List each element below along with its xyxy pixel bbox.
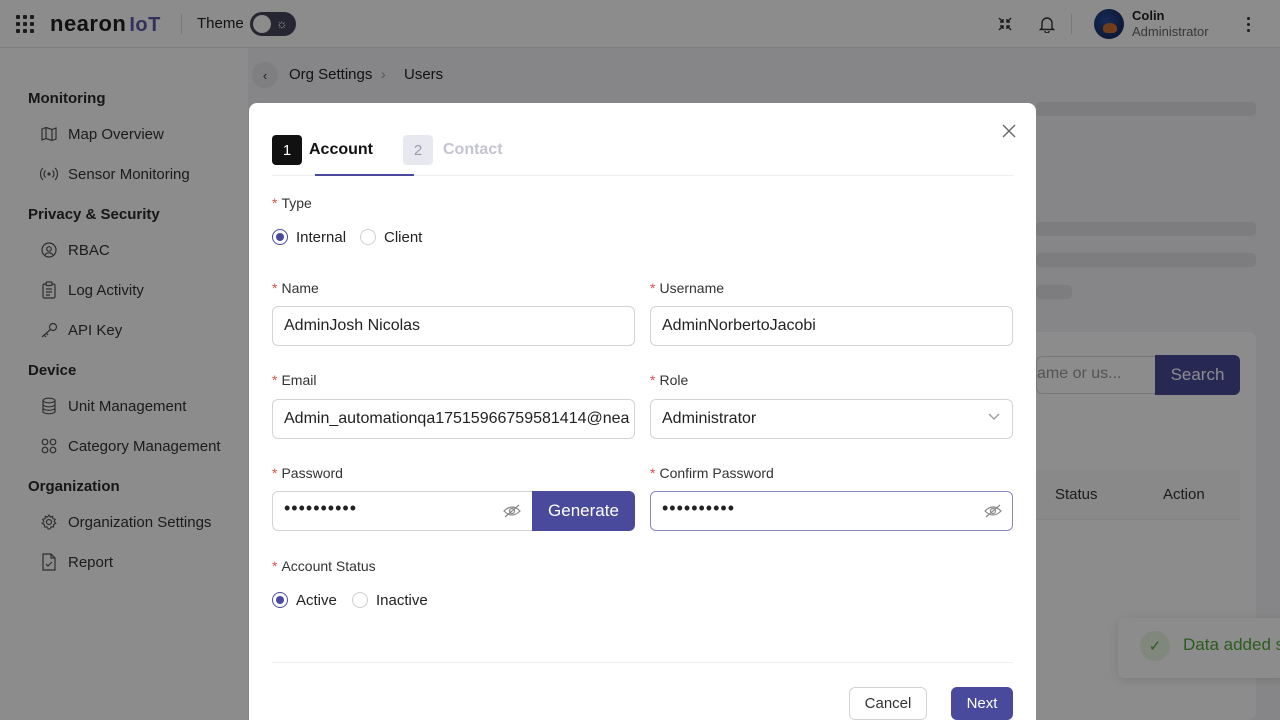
password-field[interactable]: ••••••••••	[272, 491, 534, 531]
email-label: * Email	[272, 372, 317, 388]
close-icon[interactable]	[998, 120, 1020, 142]
radio-active[interactable]	[272, 592, 288, 608]
role-label: * Role	[650, 372, 689, 388]
username-field[interactable]: AdminNorbertoJacobi	[650, 306, 1013, 346]
eye-slash-icon[interactable]	[502, 501, 522, 521]
footer-divider	[272, 662, 1013, 663]
next-button[interactable]: Next	[951, 687, 1013, 720]
generate-button[interactable]: Generate	[532, 491, 635, 531]
step-1-number[interactable]: 1	[272, 135, 302, 165]
password-label: * Password	[272, 465, 343, 481]
confirm-password-field[interactable]: ••••••••••	[650, 491, 1013, 531]
role-select[interactable]: Administrator	[650, 399, 1013, 439]
radio-active-label[interactable]: Active	[296, 592, 337, 609]
account-status-label: * Account Status	[272, 558, 376, 574]
step-1-label[interactable]: Account	[309, 141, 373, 159]
radio-inactive-label[interactable]: Inactive	[376, 592, 428, 609]
name-label: * Name	[272, 280, 319, 296]
username-label: * Username	[650, 280, 725, 296]
radio-inactive[interactable]	[352, 592, 368, 608]
step-2-label[interactable]: Contact	[443, 141, 503, 159]
chevron-down-icon	[988, 410, 1000, 424]
active-step-indicator	[315, 174, 414, 176]
eye-slash-icon[interactable]	[983, 501, 1003, 521]
email-field[interactable]: Admin_automationqa17515966759581414@nea	[272, 399, 635, 439]
radio-internal[interactable]	[272, 229, 288, 245]
cancel-button[interactable]: Cancel	[849, 687, 927, 720]
type-label: * Type	[272, 195, 312, 211]
radio-internal-label[interactable]: Internal	[296, 229, 346, 246]
radio-client[interactable]	[360, 229, 376, 245]
step-2-number[interactable]: 2	[403, 135, 433, 165]
radio-client-label[interactable]: Client	[384, 229, 422, 246]
name-field[interactable]: AdminJosh Nicolas	[272, 306, 635, 346]
confirm-password-label: * Confirm Password	[650, 465, 774, 481]
